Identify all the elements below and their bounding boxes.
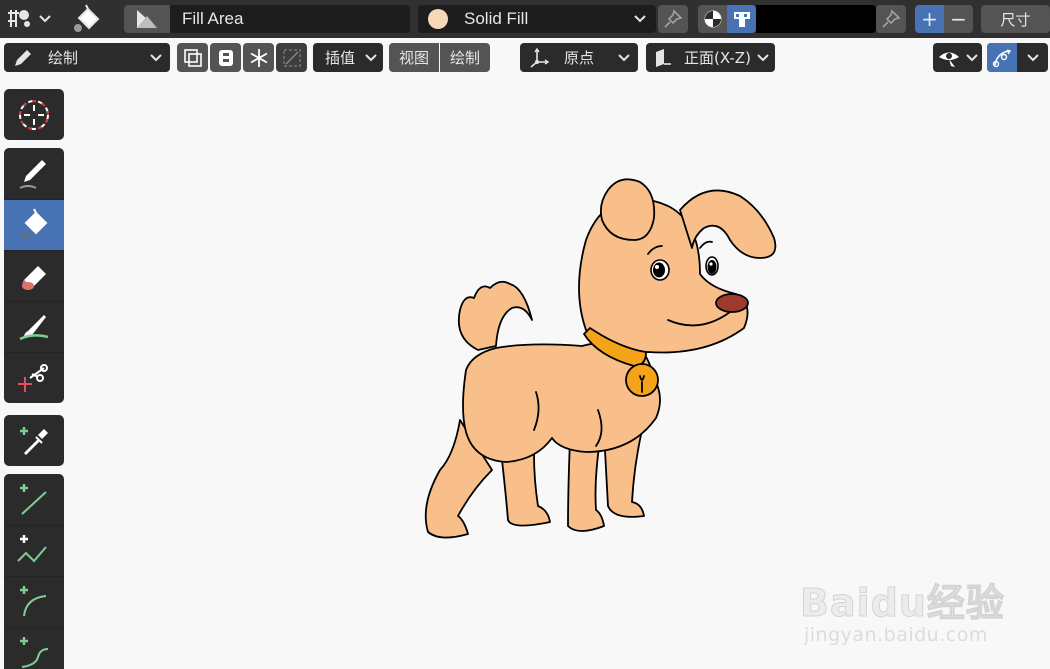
- stroke-placement-dropdown[interactable]: 原点: [520, 43, 638, 72]
- eraser-icon: [22, 266, 46, 290]
- eyedropper-tool[interactable]: [4, 415, 64, 466]
- tool-settings-header: 绘制 插值 视图 绘制 原点 正面(X-Z): [0, 38, 1050, 80]
- mode-selector[interactable]: [3, 5, 53, 33]
- fill-style-label: Solid Fill: [464, 9, 529, 28]
- tint-tool[interactable]: [4, 301, 64, 352]
- snowflake-icon: [250, 48, 267, 67]
- interpolate-dropdown[interactable]: 插值: [313, 43, 383, 72]
- curve-tool[interactable]: [4, 627, 64, 669]
- vertex-color-field[interactable]: [756, 5, 876, 33]
- plane-label: 正面(X-Z): [684, 49, 751, 67]
- line-icon: [20, 483, 47, 515]
- top-header-bar: Fill Area Solid Fill + − 尺寸: [0, 0, 1050, 38]
- multiframe-button[interactable]: [177, 43, 208, 72]
- pencil-icon: [19, 159, 46, 189]
- draw-menu[interactable]: 绘制: [440, 43, 491, 72]
- cursor-tool[interactable]: [4, 89, 64, 140]
- chevron-down-icon: [966, 53, 978, 61]
- drawing-plane-dropdown[interactable]: 正面(X-Z): [646, 43, 775, 72]
- chevron-down-icon: [757, 53, 769, 61]
- gizmo-group: [987, 43, 1048, 72]
- add-remove-group: + −: [915, 5, 973, 33]
- toolbar-group-draw: [4, 148, 64, 403]
- toolbar-group-cursor: [4, 89, 64, 140]
- chevron-down-icon: [618, 53, 630, 61]
- draw-tool[interactable]: [4, 148, 64, 199]
- toolbar-group-sample: [4, 415, 64, 466]
- paint-bucket-icon: [22, 208, 48, 239]
- cursor-crosshair-icon: [19, 99, 49, 130]
- fill-style-dropdown[interactable]: Solid Fill: [418, 5, 656, 33]
- fill-color-swatch: [428, 9, 448, 29]
- line-tool[interactable]: [4, 474, 64, 525]
- auto-keying-icon: [218, 49, 233, 66]
- pin-button[interactable]: [876, 5, 906, 33]
- curve-icon: [20, 637, 49, 668]
- watermark-brand: Baidu经验: [800, 581, 1005, 626]
- vertex-color-mode-button[interactable]: [727, 5, 756, 33]
- dog-tail: [457, 280, 533, 351]
- material-preview-icon: [124, 5, 170, 33]
- add-button[interactable]: +: [915, 5, 944, 33]
- watermark-url: jingyan.baidu.com: [804, 624, 988, 646]
- freeze-button[interactable]: [243, 43, 274, 72]
- watermark: Baidu经验 jingyan.baidu.com: [800, 552, 1050, 669]
- gizmo-menu-button[interactable]: [1017, 43, 1048, 72]
- chevron-down-icon: [1026, 53, 1039, 61]
- origin-axes-icon: [530, 47, 550, 68]
- autoscale-button[interactable]: [210, 43, 241, 72]
- pin-button[interactable]: [658, 5, 688, 33]
- material-sphere-icon: [704, 10, 721, 28]
- arc-icon: [20, 586, 47, 617]
- multiframe-icon: [183, 48, 202, 67]
- origin-label: 原点: [564, 49, 595, 67]
- arc-tool[interactable]: [4, 576, 64, 627]
- dog-ear: [599, 178, 656, 241]
- guide-icon: [282, 48, 301, 67]
- curve-edit-icon: [992, 48, 1012, 67]
- polyline-icon: [17, 535, 47, 563]
- paint-bucket-icon: [70, 2, 104, 36]
- cutter-tool[interactable]: [4, 352, 64, 403]
- material-field[interactable]: Fill Area: [124, 5, 410, 33]
- remove-button[interactable]: −: [944, 5, 973, 33]
- draw-mode-label: 绘制: [48, 49, 79, 67]
- pin-icon: [664, 9, 683, 28]
- visibility-dropdown[interactable]: [933, 43, 982, 72]
- chevron-down-icon: [365, 53, 377, 61]
- material-name: Fill Area: [182, 9, 244, 28]
- toolbar-group-primitives: [4, 474, 64, 669]
- interpolate-label: 插值: [325, 49, 356, 67]
- eyedropper-icon: [20, 426, 48, 455]
- erase-tool[interactable]: [4, 250, 64, 301]
- dog-drawing: [424, 178, 777, 539]
- draw-mode-dropdown[interactable]: 绘制: [4, 43, 170, 72]
- dog-back-leg: [501, 453, 551, 527]
- chevron-down-icon: [39, 15, 51, 23]
- header-menus: 视图 绘制: [389, 43, 497, 72]
- chevron-down-icon: [634, 15, 646, 23]
- brush-icon: [19, 315, 49, 341]
- guides-button[interactable]: [276, 43, 307, 72]
- chevron-down-icon: [150, 53, 162, 61]
- plane-front-icon: [656, 48, 671, 67]
- pencil-icon: [15, 49, 31, 66]
- dog-nose: [715, 293, 749, 313]
- color-mode-toggle: [698, 5, 756, 33]
- size-button[interactable]: 尺寸: [981, 5, 1050, 33]
- vertex-paint-icon: [733, 12, 750, 27]
- view-menu[interactable]: 视图: [389, 43, 440, 72]
- scissors-icon: [18, 364, 48, 392]
- eye-pointer-icon: [939, 52, 959, 67]
- layer-options-group: [177, 43, 307, 72]
- fill-tool[interactable]: [4, 199, 64, 250]
- material-color-mode-button[interactable]: [698, 5, 727, 33]
- polyline-tool[interactable]: [4, 525, 64, 576]
- grease-pencil-mode-icon: [8, 10, 30, 27]
- pin-icon: [882, 9, 901, 28]
- gizmo-toggle-button[interactable]: [987, 43, 1017, 72]
- dog-front-leg: [567, 439, 605, 532]
